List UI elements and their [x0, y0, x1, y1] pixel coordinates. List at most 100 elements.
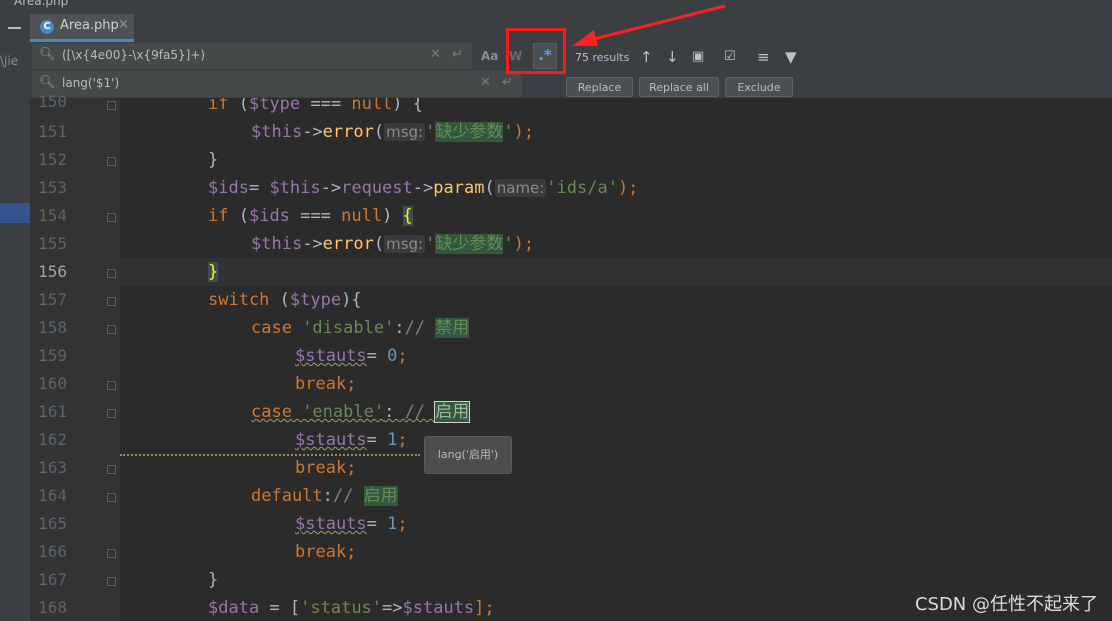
code-line-152: }: [208, 146, 218, 174]
project-tree-cut-text: \jie: [0, 54, 19, 68]
token: $data: [208, 598, 260, 618]
token: :: [394, 318, 405, 338]
project-tool-window: \jie: [0, 10, 31, 621]
project-tree-selection[interactable]: [0, 203, 30, 223]
token: (: [484, 178, 495, 198]
token: (: [228, 206, 249, 226]
search-field[interactable]: 🔍︎ ([\x{4e00}-\x{9fa5}]+) ✕ ↵: [32, 43, 472, 69]
window-title: Area.php: [14, 0, 69, 8]
token: (: [228, 98, 249, 114]
token: $ids: [248, 206, 290, 226]
fold-marker-icon[interactable]: [107, 549, 116, 558]
fold-marker-icon[interactable]: [107, 409, 116, 418]
token: case: [251, 318, 292, 338]
matched-brace: {: [402, 206, 413, 226]
fold-marker-icon[interactable]: [107, 297, 116, 306]
token: ': [503, 234, 514, 254]
clear-search-icon[interactable]: ✕: [430, 47, 441, 62]
clear-replace-icon[interactable]: ✕: [480, 75, 491, 90]
line-number: 151: [38, 122, 67, 141]
replace-field[interactable]: 🔍︎ lang('$1') ✕ ↵: [32, 71, 522, 97]
token: ): [382, 206, 403, 226]
param-hint: msg:: [384, 123, 426, 141]
token: ->: [320, 178, 342, 198]
selected-match-highlight[interactable]: 启用: [434, 401, 471, 423]
token: 'ids/a': [546, 178, 618, 198]
token: default: [251, 486, 323, 506]
warning-underline: [120, 448, 420, 456]
fold-marker-icon[interactable]: [107, 325, 116, 334]
search-input[interactable]: ([\x{4e00}-\x{9fa5}]+): [62, 48, 205, 62]
exclude-button[interactable]: Exclude: [725, 77, 793, 97]
replace-button[interactable]: Replace: [566, 77, 633, 97]
token: (: [373, 234, 385, 254]
code-line-150: if ($type === null) {: [208, 98, 423, 118]
token: ;: [397, 514, 408, 534]
code-line-155: $this->error(msg: '缺少参数');: [251, 230, 534, 258]
line-number-gutter: 150 151 152 153 154 155 156 157 158 159 …: [30, 92, 120, 621]
token: =>: [382, 598, 403, 618]
replace-all-button[interactable]: Replace all: [639, 77, 719, 97]
token: 'disable': [291, 318, 395, 338]
collapse-icon[interactable]: [8, 27, 21, 29]
token: = [: [259, 598, 301, 618]
match-highlight[interactable]: 缺少参数: [435, 122, 504, 142]
token: break: [295, 458, 347, 478]
line-number: 154: [38, 206, 67, 225]
line-number-current: 156: [38, 262, 67, 281]
replace-input[interactable]: lang('$1'): [62, 76, 119, 90]
fold-marker-icon[interactable]: [107, 213, 116, 222]
token: 1: [387, 514, 398, 534]
new-line-icon[interactable]: ↵: [452, 47, 463, 62]
token: :: [384, 402, 405, 422]
token: );: [513, 234, 535, 254]
matched-brace: }: [208, 262, 219, 282]
token: 0: [387, 346, 398, 366]
token: ) {: [392, 98, 424, 114]
fold-marker-icon[interactable]: [107, 381, 116, 390]
line-number: 164: [38, 486, 67, 505]
match-highlight[interactable]: 缺少参数: [435, 234, 504, 254]
line-number: 160: [38, 374, 67, 393]
replace-preview-tooltip: lang('启用'): [424, 436, 512, 474]
tab-area-php[interactable]: C Area.php ×: [30, 14, 134, 42]
php-class-icon: C: [40, 20, 54, 34]
search-history-icon[interactable]: 🔍︎: [39, 47, 56, 62]
token: //: [404, 402, 436, 422]
fold-marker-icon[interactable]: [107, 465, 116, 474]
current-line-highlight: [120, 258, 1112, 286]
token: error: [322, 234, 374, 254]
token: ){: [341, 290, 362, 310]
token: $stauts: [295, 430, 367, 450]
code-line-163: break;: [295, 454, 356, 482]
match-case-toggle[interactable]: Aa: [481, 49, 498, 63]
close-tab-icon[interactable]: ×: [118, 17, 129, 32]
match-highlight[interactable]: 启用: [363, 486, 398, 506]
fold-marker-icon[interactable]: [107, 101, 116, 110]
token: ;: [397, 430, 408, 450]
watermark: CSDN @任性不起来了: [914, 594, 1098, 615]
token: =: [366, 430, 388, 450]
fold-marker-icon[interactable]: [107, 577, 116, 586]
token: $type: [248, 98, 301, 114]
line-number: 157: [38, 290, 67, 309]
red-arrow-annotation: [572, 4, 726, 46]
token: 'enable': [291, 402, 385, 422]
code-line-158: case 'disable':// 禁用: [251, 314, 470, 342]
filter-icon[interactable]: ▼: [785, 48, 797, 66]
fold-marker-icon[interactable]: [107, 493, 116, 502]
replace-history-icon[interactable]: 🔍︎: [39, 75, 56, 90]
token: $stauts: [295, 346, 367, 366]
code-line-159: $stauts= 0;: [295, 342, 408, 370]
token: error: [322, 122, 374, 142]
code-editor[interactable]: if ($type === null) { $this->error(msg: '…: [120, 98, 1112, 621]
replace-new-line-icon[interactable]: ↵: [502, 75, 513, 90]
match-highlight[interactable]: 禁用: [435, 318, 470, 338]
token: =: [366, 346, 388, 366]
window-title-strip: Area.php: [0, 0, 1112, 10]
token: ;: [346, 542, 357, 562]
fold-marker-icon[interactable]: [107, 157, 116, 166]
token: ->: [302, 122, 323, 142]
fold-marker-icon[interactable]: [107, 269, 116, 278]
code-line-161: case 'enable': // 启用: [251, 398, 471, 426]
